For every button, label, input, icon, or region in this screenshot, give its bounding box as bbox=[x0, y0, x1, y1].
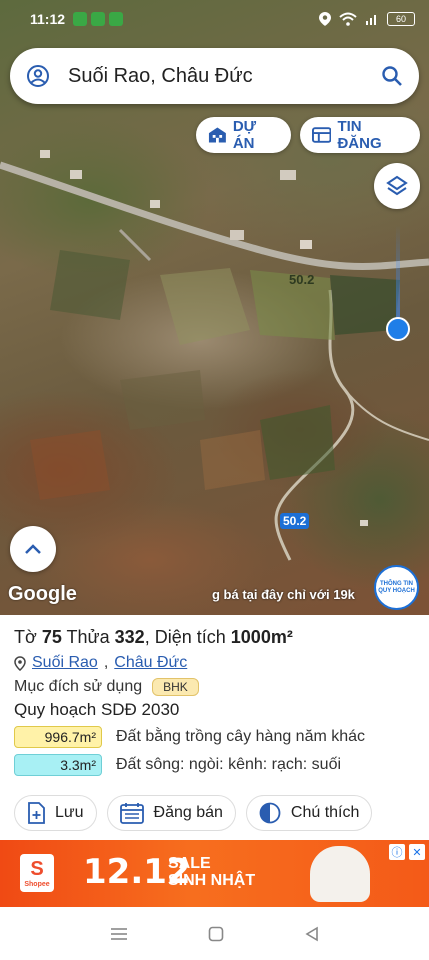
google-logo: Google bbox=[8, 583, 77, 605]
ad-info-icon[interactable]: ⓘ bbox=[389, 844, 405, 860]
post-for-sale-button[interactable]: Đăng bán bbox=[106, 795, 236, 831]
ad-sale-line1: SALE bbox=[168, 855, 211, 872]
back-icon[interactable] bbox=[305, 926, 319, 942]
search-bar[interactable]: Suối Rao, Châu Đức bbox=[10, 48, 419, 104]
battery-icon: 60 bbox=[387, 12, 415, 26]
land-purpose-badge: BHK bbox=[152, 678, 199, 696]
location-heading-beam bbox=[396, 225, 400, 320]
selected-plot-label[interactable]: 50.2 bbox=[280, 513, 310, 529]
building-icon bbox=[208, 127, 226, 143]
area-label: Diện tích bbox=[154, 627, 226, 647]
land-use-description: Đất bằng trồng cây hàng năm khác bbox=[116, 728, 366, 745]
notification-icon bbox=[73, 12, 88, 26]
layers-button[interactable] bbox=[374, 163, 420, 209]
shopee-brand: Shopee bbox=[24, 881, 50, 888]
sheet-label: Tờ bbox=[14, 627, 37, 647]
land-use-description: Đất sông: ngòi: kênh: rạch: suối bbox=[116, 756, 342, 773]
planning-title: Quy hoạch SDĐ 2030 bbox=[14, 700, 180, 719]
promo-ticker[interactable]: g bá tại đây chỉ với 19k bbox=[212, 587, 355, 602]
projects-chip[interactable]: DỰ ÁN bbox=[196, 117, 291, 153]
ad-sale-text: SALE SINH NHẬT bbox=[168, 855, 255, 889]
ad-banner[interactable]: S Shopee 12.12 SALE SINH NHẬT ⓘ ✕ bbox=[0, 840, 429, 907]
listings-chip[interactable]: TIN ĐĂNG bbox=[300, 117, 420, 153]
chevron-up-icon bbox=[25, 544, 41, 554]
commune-link[interactable]: Suối Rao bbox=[32, 654, 98, 672]
projects-chip-label: DỰ ÁN bbox=[232, 118, 257, 152]
parcel-address: Suối Rao, Châu Đức bbox=[14, 654, 415, 672]
legend-button-label: Chú thích bbox=[290, 804, 360, 821]
ad-product-image bbox=[310, 846, 370, 902]
district-link[interactable]: Châu Đức bbox=[114, 654, 187, 672]
save-button[interactable]: Lưu bbox=[14, 795, 97, 831]
recent-apps-icon[interactable] bbox=[110, 927, 128, 941]
parcel-title: Tờ 75 Thửa 332, Diện tích 1000m² bbox=[14, 627, 293, 647]
system-nav-bar bbox=[0, 907, 429, 960]
planning-logo-line2: QUY HOẠCH bbox=[378, 587, 415, 594]
map-pin-icon bbox=[14, 655, 26, 671]
post-for-sale-label: Đăng bán bbox=[153, 804, 223, 821]
layers-icon bbox=[386, 175, 408, 196]
land-use-area: 996.7m² bbox=[14, 726, 102, 748]
notification-icon bbox=[109, 12, 124, 26]
planning-info-logo[interactable]: THÔNG TIN QUY HOẠCH bbox=[374, 565, 419, 610]
plot-label: Thửa bbox=[66, 627, 110, 647]
add-document-icon bbox=[28, 802, 45, 824]
current-location-dot bbox=[386, 317, 410, 341]
action-buttons: Lưu Đăng bán Chú thích bbox=[14, 795, 373, 831]
status-bar: 11:12 60 bbox=[0, 0, 429, 38]
land-use-row: 996.7m² Đất bằng trồng cây hàng năm khác bbox=[14, 726, 415, 748]
ad-sale-line2: SINH NHẬT bbox=[168, 872, 256, 889]
notification-icon bbox=[91, 12, 106, 26]
search-query[interactable]: Suối Rao, Châu Đức bbox=[68, 65, 381, 88]
shopee-logo: S Shopee bbox=[20, 854, 54, 892]
plot-number: 332 bbox=[114, 627, 145, 647]
sheet-number: 75 bbox=[41, 627, 62, 647]
signal-icon bbox=[366, 15, 376, 25]
account-icon[interactable] bbox=[26, 64, 50, 88]
land-purpose-label: Mục đích sử dụng bbox=[14, 678, 143, 695]
ad-close-icon[interactable]: ✕ bbox=[409, 844, 425, 860]
wifi-icon bbox=[339, 12, 357, 26]
location-status-icon bbox=[319, 12, 331, 26]
planning-logo-line1: THÔNG TIN bbox=[380, 580, 413, 587]
land-use-area: 3.3m² bbox=[14, 754, 102, 776]
save-button-label: Lưu bbox=[55, 804, 84, 821]
legend-button[interactable]: Chú thích bbox=[245, 795, 373, 831]
home-icon[interactable] bbox=[208, 926, 224, 942]
status-time: 11:12 bbox=[30, 11, 66, 27]
parcel-info-panel: Tờ 75 Thửa 332, Diện tích 1000m² Suối Ra… bbox=[0, 615, 429, 840]
search-icon[interactable] bbox=[381, 65, 403, 87]
area-value: 1000m² bbox=[230, 627, 293, 647]
calendar-icon bbox=[119, 803, 144, 824]
land-use-row: 3.3m² Đất sông: ngòi: kênh: rạch: suối bbox=[14, 754, 415, 776]
battery-level: 60 bbox=[395, 14, 406, 24]
land-purpose-row: Mục đích sử dụng BHK bbox=[14, 678, 415, 696]
listings-chip-label: TIN ĐĂNG bbox=[337, 118, 382, 152]
listing-icon bbox=[312, 127, 332, 143]
contrast-icon bbox=[259, 802, 281, 824]
lot-area-label: 50.2 bbox=[289, 272, 315, 287]
expand-panel-button[interactable] bbox=[10, 526, 56, 572]
ad-controls: ⓘ ✕ bbox=[389, 844, 425, 860]
